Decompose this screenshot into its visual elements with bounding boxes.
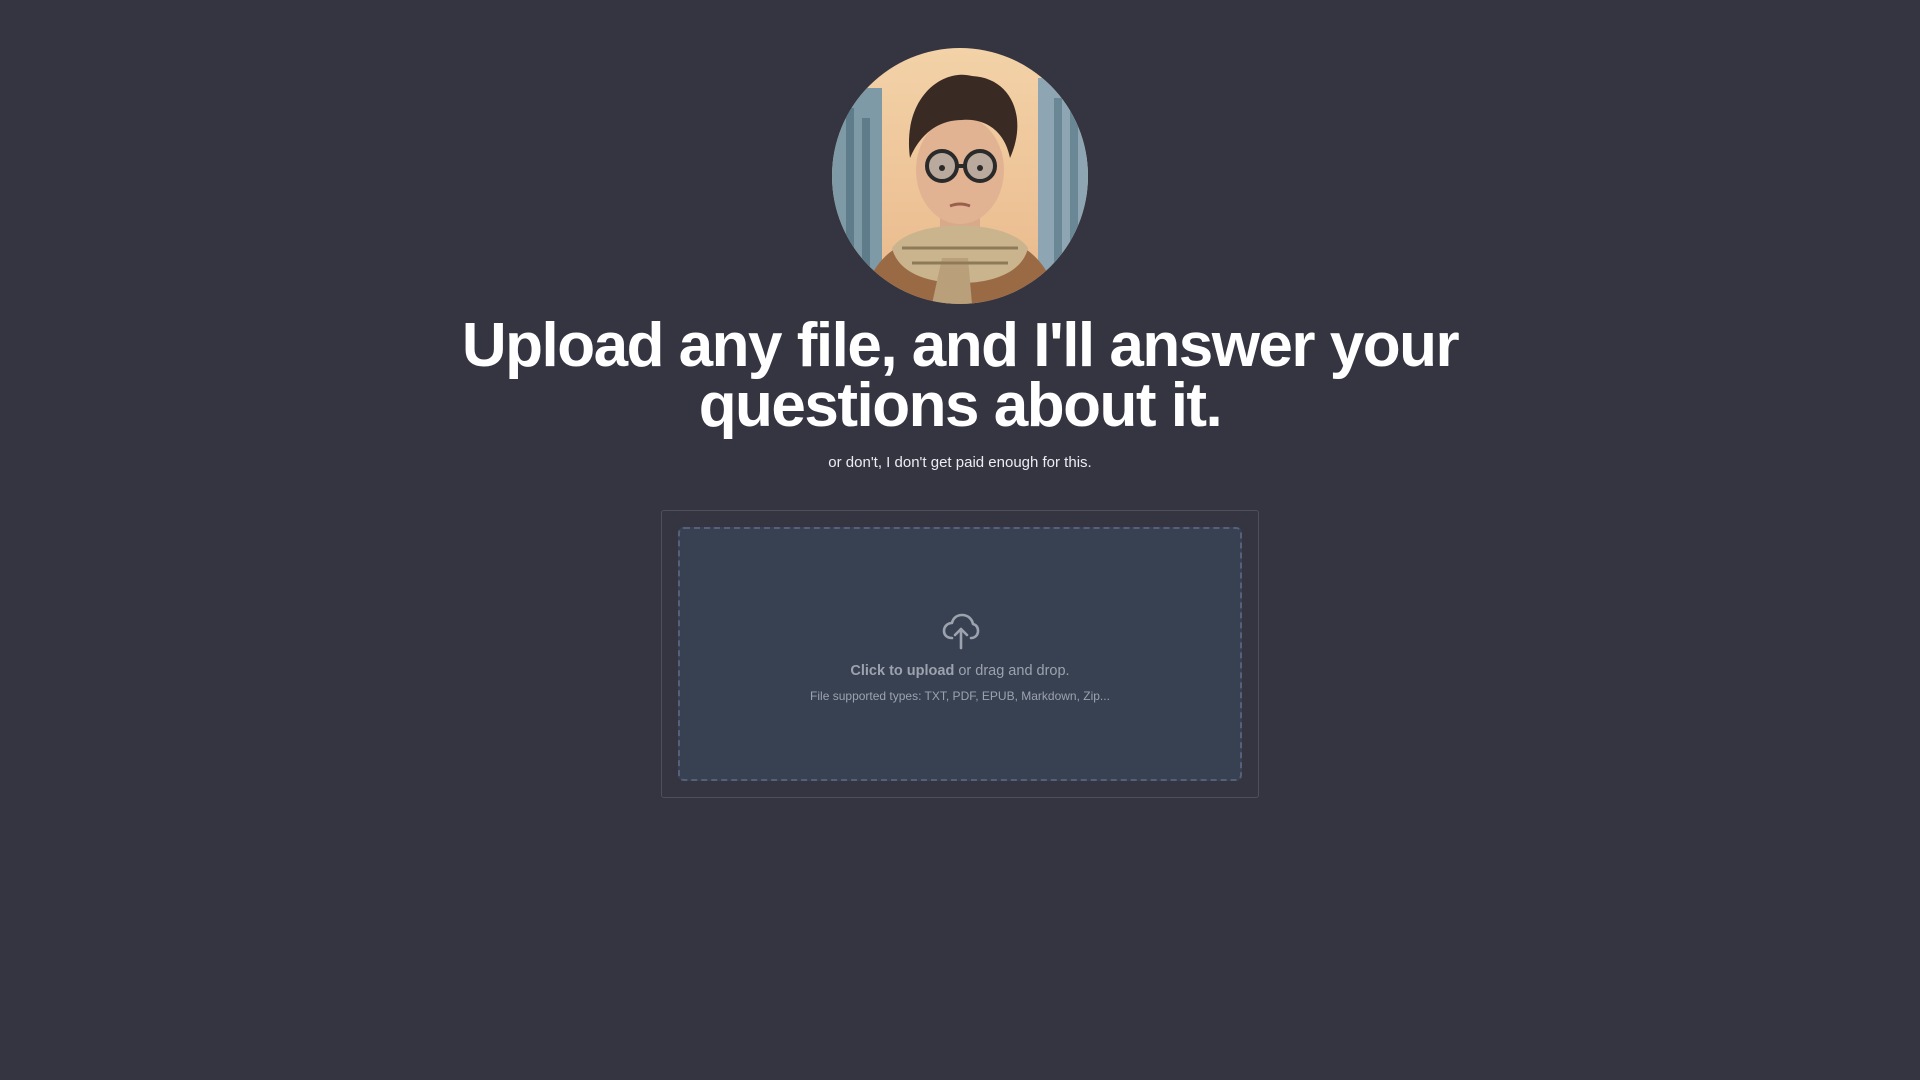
page-title: Upload any file, and I'll answer your qu… — [410, 311, 1510, 440]
upload-card: Click to upload or drag and drop. File s… — [661, 510, 1259, 798]
cloud-upload-icon — [942, 613, 980, 650]
headline-line-2: questions about it. — [698, 371, 1223, 440]
avatar — [832, 48, 1088, 304]
headline-line-1: Upload any file, and I'll answer your — [461, 311, 1460, 380]
file-dropzone[interactable]: Click to upload or drag and drop. File s… — [678, 527, 1242, 781]
upload-page: Upload any file, and I'll answer your qu… — [0, 0, 1920, 1080]
supported-types-text: File supported types: TXT, PDF, EPUB, Ma… — [810, 689, 1110, 703]
subtitle: or don't, I don't get paid enough for th… — [828, 454, 1092, 471]
click-to-upload-link[interactable]: Click to upload — [850, 663, 954, 679]
upload-instructions: Click to upload or drag and drop. — [850, 663, 1069, 679]
avatar-illustration — [832, 48, 1088, 304]
drag-drop-text: or drag and drop. — [954, 663, 1070, 679]
